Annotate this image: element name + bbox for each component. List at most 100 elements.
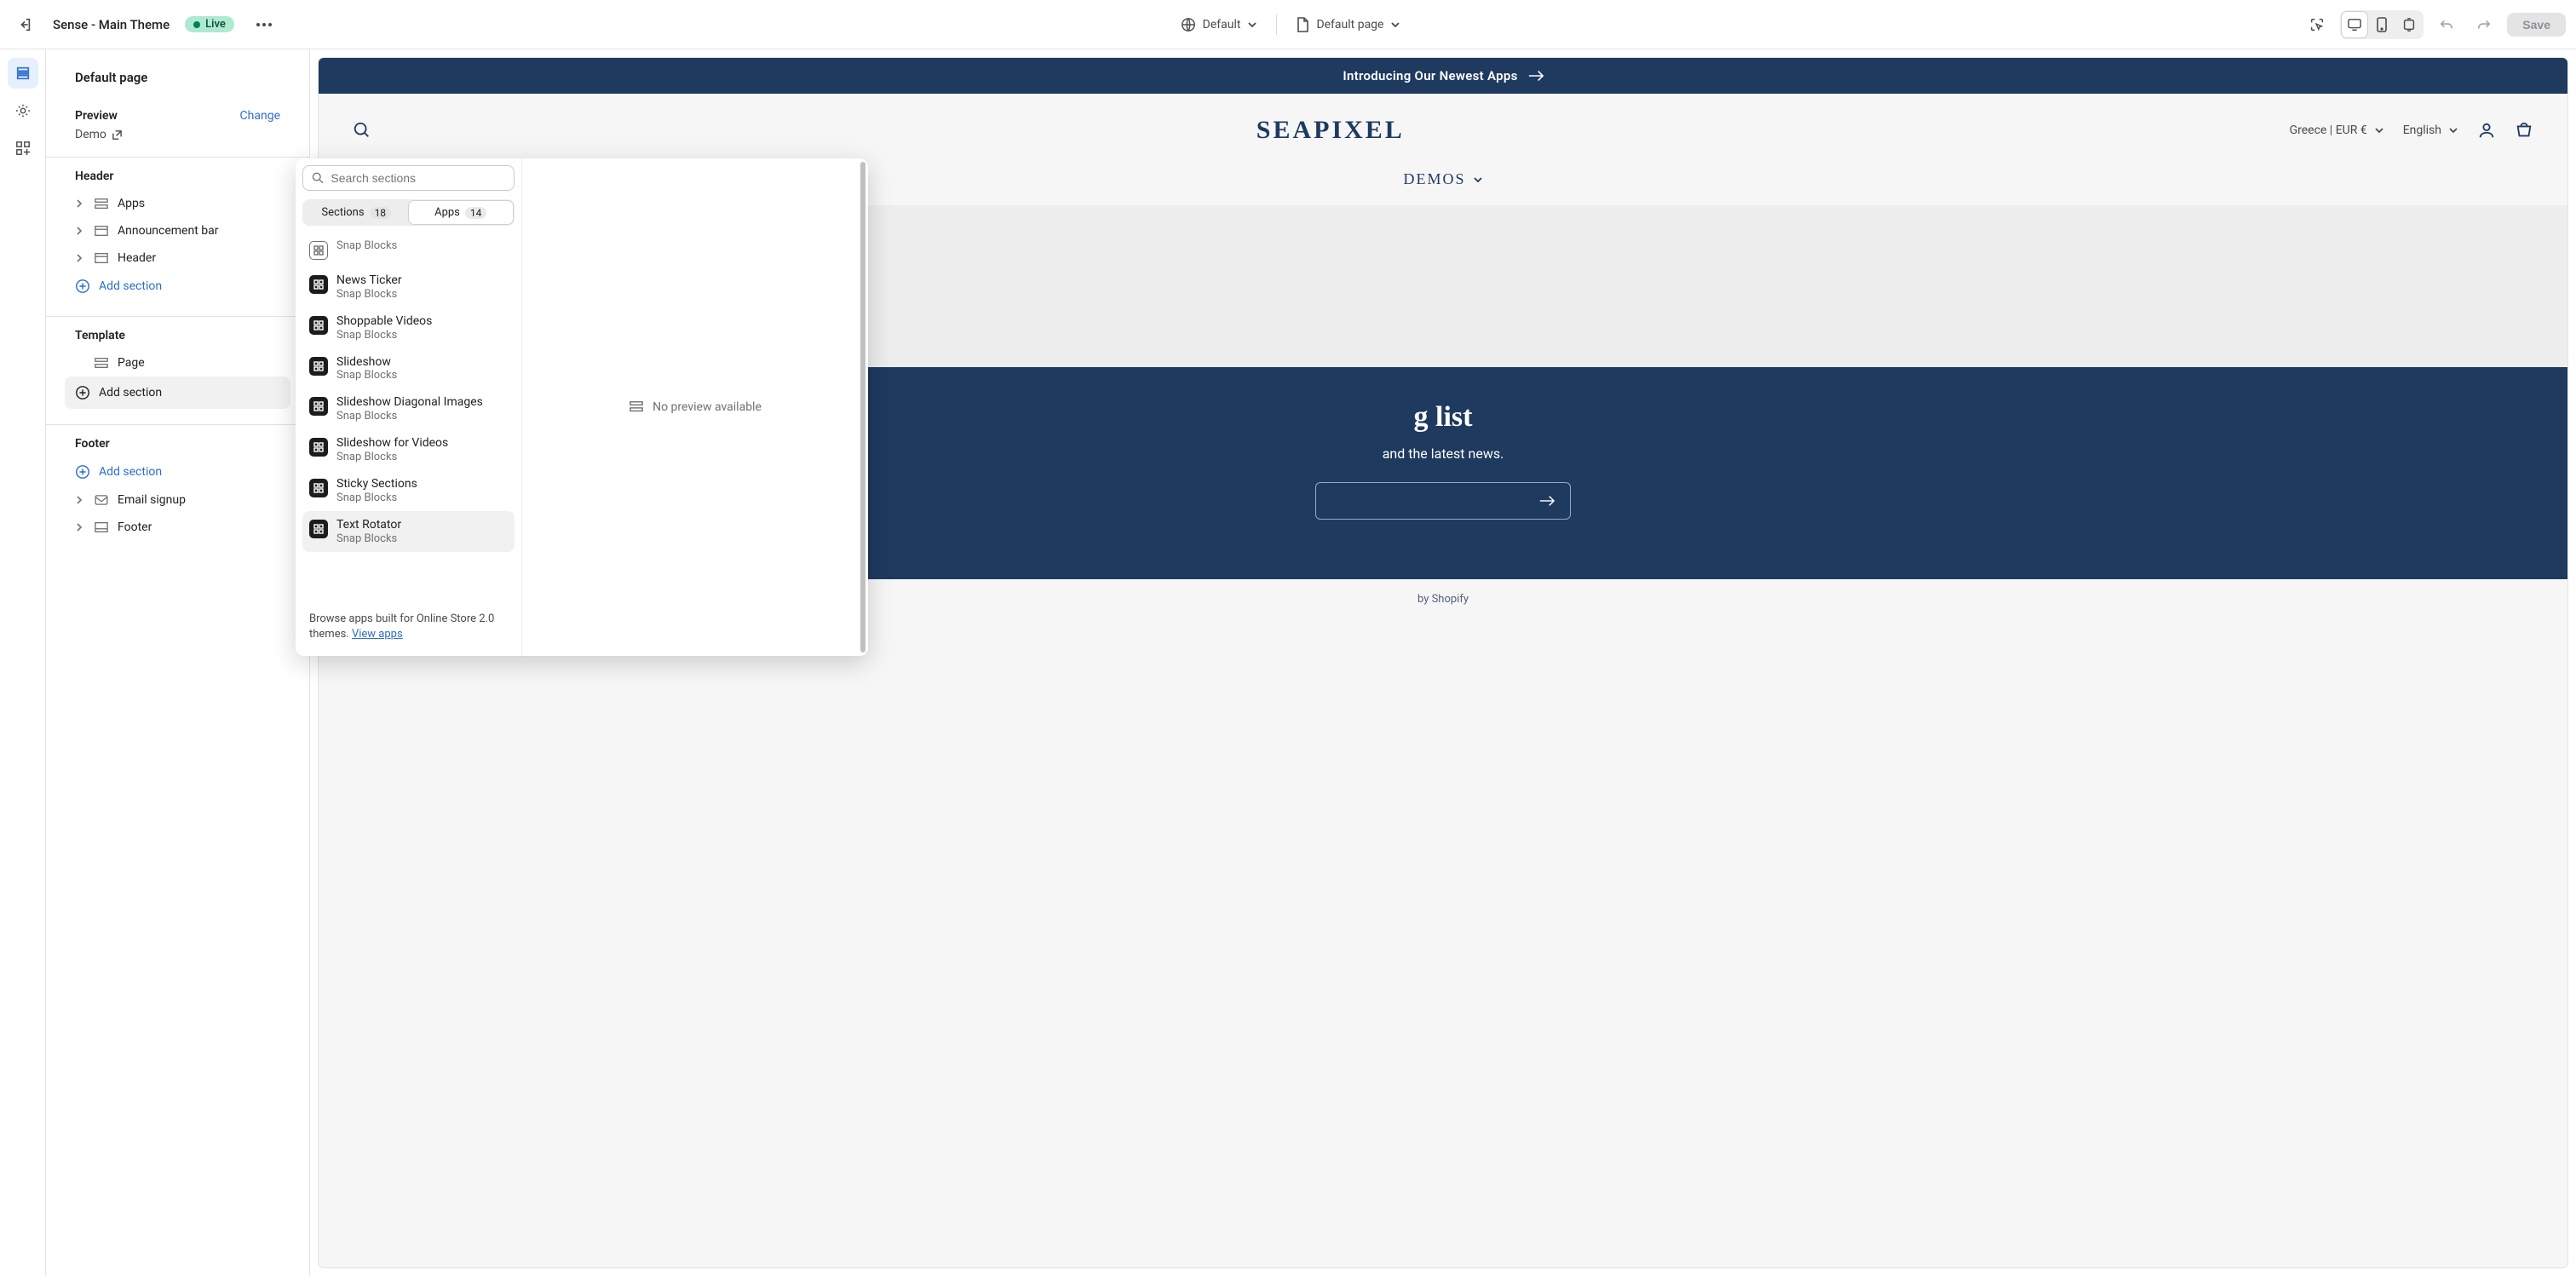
section-preview-pane: No preview available bbox=[522, 158, 868, 656]
preview-block: Preview Change Demo bbox=[46, 97, 309, 157]
sections-icon bbox=[15, 66, 31, 81]
cart-icon[interactable] bbox=[2515, 121, 2533, 140]
device-fullscreen-button[interactable] bbox=[2396, 12, 2422, 37]
region-dropdown[interactable]: Greece | EUR € bbox=[2290, 124, 2384, 137]
section-search[interactable] bbox=[302, 165, 515, 191]
section-picker-popover: Sections 18 Apps 14 Snap BlocksNews Tick… bbox=[296, 158, 868, 656]
announcement-bar[interactable]: Introducing Our Newest Apps bbox=[319, 58, 2567, 94]
tree-item-label: Apps bbox=[118, 197, 145, 210]
more-actions-button[interactable] bbox=[250, 10, 279, 39]
locale-dropdown[interactable]: Default bbox=[1181, 17, 1258, 32]
app-list-item[interactable]: Slideshow for VideosSnap Blocks bbox=[302, 429, 515, 470]
search-icon[interactable] bbox=[353, 121, 371, 140]
add-section-template[interactable]: Add section bbox=[65, 376, 290, 409]
mobile-icon bbox=[2376, 17, 2388, 32]
footer-heading: Footer bbox=[75, 437, 280, 451]
store-logo[interactable]: SEAPIXEL bbox=[1256, 116, 1405, 145]
rail-settings-button[interactable] bbox=[8, 95, 38, 126]
layout-top-icon bbox=[95, 225, 108, 237]
external-icon bbox=[112, 129, 123, 141]
footer-group: Footer Add section Email signup Footer bbox=[46, 424, 309, 556]
app-item-subtitle: Snap Blocks bbox=[336, 410, 483, 422]
app-item-subtitle: Snap Blocks bbox=[336, 532, 401, 545]
add-section-footer[interactable]: Add section bbox=[75, 457, 280, 486]
rail-sections-button[interactable] bbox=[8, 58, 38, 89]
chevron-right-icon bbox=[75, 523, 83, 532]
inspector-icon bbox=[2309, 17, 2325, 32]
tab-apps[interactable]: Apps 14 bbox=[409, 201, 514, 224]
redo-button[interactable] bbox=[2470, 10, 2498, 39]
app-list-item[interactable]: Sticky SectionsSnap Blocks bbox=[302, 470, 515, 511]
theme-name: Sense - Main Theme bbox=[53, 17, 170, 32]
undo-button[interactable] bbox=[2432, 10, 2461, 39]
chevron-down-icon bbox=[1247, 20, 1257, 30]
app-item-title: Slideshow bbox=[336, 355, 397, 370]
region-label: Greece | EUR € bbox=[2290, 124, 2367, 137]
app-list-item[interactable]: SlideshowSnap Blocks bbox=[302, 348, 515, 389]
apps-icon bbox=[15, 141, 31, 156]
tree-item-label: Page bbox=[118, 356, 145, 370]
tree-item-email-signup[interactable]: Email signup bbox=[75, 486, 280, 514]
section-search-input[interactable] bbox=[331, 171, 505, 185]
add-section-label: Add section bbox=[99, 465, 162, 479]
save-button[interactable]: Save bbox=[2507, 13, 2566, 37]
page-title: Default page bbox=[46, 65, 309, 97]
app-item-title: Slideshow for Videos bbox=[336, 436, 448, 451]
plus-circle-icon bbox=[75, 464, 90, 480]
app-item-subtitle: Snap Blocks bbox=[336, 288, 402, 301]
tree-item-header[interactable]: Header bbox=[75, 244, 280, 272]
section-icon bbox=[629, 400, 644, 414]
chevron-down-icon bbox=[1473, 175, 1483, 185]
device-desktop-button[interactable] bbox=[2342, 12, 2367, 37]
app-list-item[interactable]: News TickerSnap Blocks bbox=[302, 267, 515, 308]
inspector-button[interactable] bbox=[2303, 10, 2332, 39]
tree-item-page[interactable]: Page bbox=[75, 349, 280, 376]
header-heading: Header bbox=[75, 170, 280, 183]
scrollbar[interactable] bbox=[860, 162, 865, 652]
tab-sections[interactable]: Sections 18 bbox=[304, 201, 409, 224]
fullscreen-icon bbox=[2401, 17, 2417, 32]
exit-button[interactable] bbox=[10, 10, 39, 39]
chevron-right-icon bbox=[75, 227, 83, 235]
rail-apps-button[interactable] bbox=[8, 133, 38, 164]
nav-label: DEMOS bbox=[1403, 170, 1465, 188]
page-label: Default page bbox=[1316, 18, 1383, 32]
app-block-icon bbox=[309, 438, 328, 457]
preview-demo-link[interactable]: Demo bbox=[75, 128, 123, 141]
topbar-left: Sense - Main Theme Live bbox=[10, 10, 279, 39]
chevron-down-icon bbox=[2448, 125, 2458, 135]
arrow-right-icon bbox=[1528, 70, 1544, 82]
preview-change-link[interactable]: Change bbox=[240, 109, 280, 123]
view-apps-link[interactable]: View apps bbox=[352, 628, 403, 641]
app-list-item[interactable]: Slideshow Diagonal ImagesSnap Blocks bbox=[302, 388, 515, 429]
app-item-subtitle: Snap Blocks bbox=[336, 451, 448, 463]
app-item-subtitle: Snap Blocks bbox=[336, 369, 397, 382]
plus-circle-icon bbox=[75, 279, 90, 294]
section-tabs: Sections 18 Apps 14 bbox=[302, 199, 515, 226]
layout-top-icon bbox=[95, 252, 108, 264]
tree-item-label: Footer bbox=[118, 520, 152, 534]
page-dropdown[interactable]: Default page bbox=[1296, 17, 1400, 32]
app-list-item[interactable]: Text RotatorSnap Blocks bbox=[302, 511, 515, 552]
app-list-item[interactable]: Shoppable VideosSnap Blocks bbox=[302, 308, 515, 348]
app-list-item[interactable]: Snap Blocks bbox=[302, 233, 515, 267]
language-dropdown[interactable]: English bbox=[2403, 124, 2458, 137]
device-mobile-button[interactable] bbox=[2369, 12, 2395, 37]
topbar: Sense - Main Theme Live Default Default … bbox=[0, 0, 2576, 49]
add-section-label: Add section bbox=[99, 386, 162, 399]
nav-demos[interactable]: DEMOS bbox=[1403, 170, 1482, 188]
mailing-input[interactable] bbox=[1315, 482, 1571, 520]
app-list[interactable]: Snap BlocksNews TickerSnap BlocksShoppab… bbox=[302, 233, 515, 603]
tree-item-footer[interactable]: Footer bbox=[75, 514, 280, 541]
add-section-header[interactable]: Add section bbox=[75, 272, 280, 301]
tab-count: 14 bbox=[465, 207, 487, 219]
preview-demo-label: Demo bbox=[75, 128, 106, 141]
tree-item-announcement[interactable]: Announcement bar bbox=[75, 217, 280, 244]
app-item-title: Sticky Sections bbox=[336, 477, 417, 491]
app-block-icon bbox=[309, 520, 328, 538]
app-item-subtitle: Snap Blocks bbox=[336, 239, 397, 252]
tree-item-apps[interactable]: Apps bbox=[75, 190, 280, 217]
app-item-title: Slideshow Diagonal Images bbox=[336, 395, 483, 410]
tree-item-label: Announcement bar bbox=[118, 224, 219, 238]
account-icon[interactable] bbox=[2477, 121, 2496, 140]
